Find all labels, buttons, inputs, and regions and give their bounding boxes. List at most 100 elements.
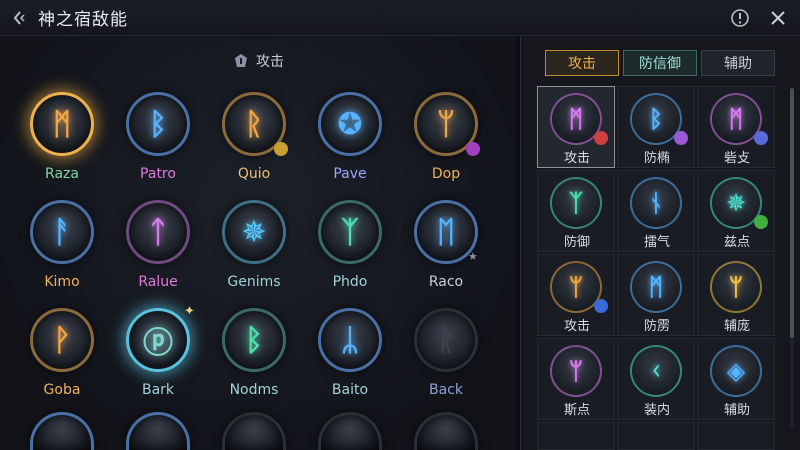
rune-label: 擂气 <box>643 235 670 250</box>
rune-glyph: ᛉ <box>568 189 584 217</box>
equipped-rune-slot-partial[interactable] <box>697 422 775 450</box>
equipped-rune-slot[interactable]: ᛒ 防椭 <box>617 86 695 168</box>
rune-glyph: ᚾ <box>648 189 664 217</box>
rune-label: 防御 <box>563 235 590 250</box>
element-badge-icon <box>674 131 688 145</box>
rune-label: 辅助 <box>723 403 750 418</box>
rune-glyph: ᛘ <box>437 106 455 142</box>
element-badge-icon <box>594 131 608 145</box>
rune-glyph: ᛗ <box>728 105 744 133</box>
star-icon: ★ <box>468 250 478 263</box>
rune-icon: ᚾ <box>630 177 682 229</box>
rune-label: 防椭 <box>643 151 670 166</box>
tab-attack[interactable]: 攻击 <box>545 50 619 76</box>
rune-name: Bark <box>141 382 175 398</box>
rune-slot[interactable]: ✵ Genims <box>206 196 302 300</box>
equipped-rune-slot[interactable]: ✵ 兹点 <box>697 170 775 252</box>
rune-glyph: ᛉ <box>341 214 359 250</box>
section-title: 攻击 <box>256 54 284 70</box>
equipped-rune-slot[interactable]: ᛘ 斯点 <box>537 338 615 420</box>
back-icon[interactable] <box>6 0 34 36</box>
equipped-rune-slot[interactable]: ◈ 辅助 <box>697 338 775 420</box>
rune-name: Quio <box>237 166 271 182</box>
rune-name: Genims <box>227 274 281 290</box>
rune-icon: ✵ <box>222 200 286 264</box>
rune-slot-partial[interactable] <box>222 412 286 450</box>
rune-icon: ᛗ <box>630 261 682 313</box>
rune-slot[interactable]: ᛏ Ralue <box>110 196 206 300</box>
rune-icon: ᛒ <box>126 92 190 156</box>
rune-slot[interactable]: ᚨ Kimo <box>14 196 110 300</box>
equipped-rune-slot[interactable]: ᛘ 攻击 <box>537 254 615 336</box>
rune-slot[interactable]: ᛗ Raza <box>14 88 110 192</box>
rune-slot-partial[interactable] <box>318 412 382 450</box>
rune-icon: ᛒ <box>222 308 286 372</box>
rune-slot[interactable]: ᛒ Patro <box>110 88 206 192</box>
equipped-rune-slot[interactable]: ᛉ 防御 <box>537 170 615 252</box>
rune-glyph: ᛘ <box>728 273 744 301</box>
rune-slot[interactable]: ᛘ Dop <box>398 88 494 192</box>
equipped-rune-slot[interactable]: ᚾ 擂气 <box>617 170 695 252</box>
scrollbar[interactable] <box>790 88 794 428</box>
equipped-rune-slot-partial[interactable] <box>537 422 615 450</box>
element-badge-icon <box>754 131 768 145</box>
equipped-rune-slot[interactable]: ᛗ 砦攴 <box>697 86 775 168</box>
rune-icon: ᛦ <box>318 308 382 372</box>
element-badge-icon <box>466 142 480 156</box>
rune-glyph: ✵ <box>725 189 747 217</box>
rune-slot[interactable]: ⓟ ✦ Bark <box>110 304 206 408</box>
close-icon[interactable] <box>766 6 790 30</box>
equipped-rune-slot-partial[interactable] <box>617 422 695 450</box>
rune-name: Raco <box>428 274 464 290</box>
rune-name: Baito <box>331 382 369 398</box>
element-badge-icon <box>754 215 768 229</box>
rune-glyph: ⓟ <box>143 326 173 361</box>
rune-icon: ᚹ <box>30 308 94 372</box>
rune-label: 兹点 <box>723 235 750 250</box>
rune-slot[interactable]: ᚱ Quio <box>206 88 302 192</box>
rune-glyph: ᛗ <box>53 106 71 142</box>
rune-label: 砦攴 <box>723 151 750 166</box>
rune-glyph: ✪ <box>337 106 363 142</box>
equipped-rune-slot[interactable]: ᛘ 辅庞 <box>697 254 775 336</box>
rune-icon: ✪ <box>318 92 382 156</box>
rune-label: 斯点 <box>563 403 590 418</box>
rune-glyph: ᛖ <box>437 214 455 250</box>
rune-slot[interactable]: ᛖ ★ Raco <box>398 196 494 300</box>
rune-icon: ᚱ <box>414 308 478 372</box>
rune-glyph: ᛒ <box>648 105 664 133</box>
rune-slot-partial[interactable] <box>126 412 190 450</box>
equipped-rune-slot[interactable]: ᛗ 防雳 <box>617 254 695 336</box>
equipped-rune-slot[interactable]: ᚲ 装内 <box>617 338 695 420</box>
rune-slot[interactable]: ᚹ Goba <box>14 304 110 408</box>
rune-slot[interactable]: ᛦ Baito <box>302 304 398 408</box>
tab-defense[interactable]: 防信御 <box>623 50 697 76</box>
rune-slot[interactable]: ᚱ Back <box>398 304 494 408</box>
rune-icon: ᛗ <box>30 92 94 156</box>
rune-glyph: ᚲ <box>648 357 664 385</box>
title-bar: 神之宿敌能 <box>0 0 800 36</box>
info-icon[interactable] <box>728 6 752 30</box>
equipped-rune-slot[interactable]: ᛗ 攻击 <box>537 86 615 168</box>
scrollbar-thumb[interactable] <box>790 88 794 338</box>
rune-label: 辅庞 <box>723 319 750 334</box>
rune-name: Back <box>429 382 463 398</box>
category-tabs: 攻击 防信御 辅助 <box>545 50 775 76</box>
rune-icon: ◈ <box>710 345 762 397</box>
rune-name: Phdo <box>332 274 368 290</box>
rune-icon: ᛏ <box>126 200 190 264</box>
rune-glyph: ᛗ <box>648 273 664 301</box>
tab-support[interactable]: 辅助 <box>701 50 775 76</box>
rune-icon: ᛘ <box>710 261 762 313</box>
rune-icon: ᛉ <box>550 177 602 229</box>
rune-slot-partial[interactable] <box>414 412 478 450</box>
rune-name: Dop <box>431 166 461 182</box>
rune-slot-partial[interactable] <box>30 412 94 450</box>
rune-slot[interactable]: ᛉ Phdo <box>302 196 398 300</box>
rune-glyph: ᚨ <box>53 214 71 250</box>
rune-glyph: ᚹ <box>53 322 71 358</box>
rune-slot[interactable]: ᛒ Nodms <box>206 304 302 408</box>
rune-icon: ᛉ <box>318 200 382 264</box>
rune-name: Kimo <box>44 274 80 290</box>
rune-slot[interactable]: ✪ Pave <box>302 88 398 192</box>
